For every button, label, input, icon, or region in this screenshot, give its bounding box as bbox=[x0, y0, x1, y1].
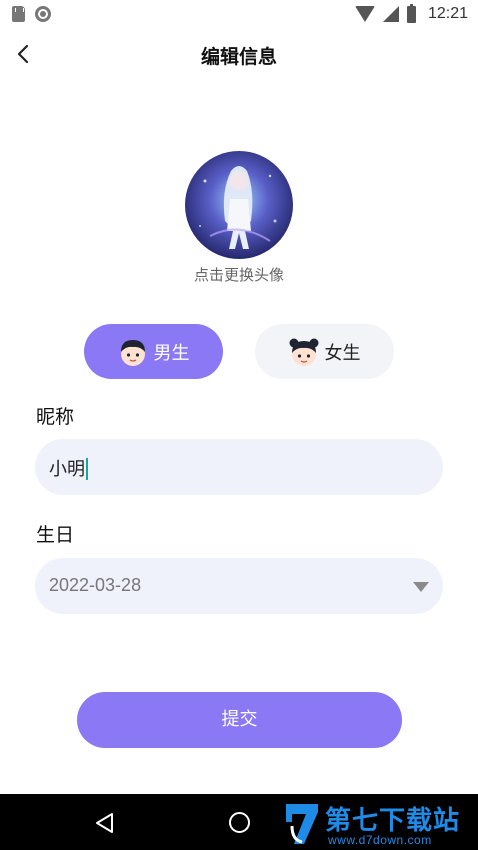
status-bar: 12:21 bbox=[0, 0, 478, 30]
nickname-value-wrap: 小明 bbox=[49, 455, 88, 481]
gender-female-label: 女生 bbox=[324, 342, 361, 364]
sd-card-icon bbox=[12, 6, 25, 22]
nickname-input[interactable]: 小明 bbox=[35, 439, 443, 495]
back-triangle-icon[interactable] bbox=[94, 812, 116, 834]
text-caret bbox=[86, 457, 88, 480]
nickname-value: 小明 bbox=[49, 459, 85, 480]
status-left-icons bbox=[12, 6, 51, 22]
gender-female-button[interactable]: 女生 bbox=[255, 324, 394, 379]
watermark: 第七下载站 www.d7down.com bbox=[282, 798, 478, 850]
dropdown-triangle-icon bbox=[413, 582, 429, 592]
avatar-hint: 点击更换头像 bbox=[193, 266, 284, 284]
boy-face-icon bbox=[120, 339, 145, 366]
watermark-url: www.d7down.com bbox=[328, 833, 432, 847]
birthday-value: 2022-03-28 bbox=[49, 575, 142, 595]
gender-male-button[interactable]: 男生 bbox=[84, 324, 223, 379]
battery-icon bbox=[406, 3, 416, 23]
header: 编辑信息 bbox=[0, 30, 478, 78]
home-circle-icon[interactable] bbox=[229, 812, 250, 833]
birthday-select[interactable]: 2022-03-28 bbox=[35, 558, 443, 614]
watermark-logo-icon bbox=[286, 804, 318, 844]
signal-icon bbox=[382, 6, 399, 22]
page-title: 编辑信息 bbox=[200, 46, 277, 68]
girl-face-icon bbox=[289, 338, 318, 366]
watermark-title: 第七下载站 bbox=[325, 806, 461, 836]
avatar-image bbox=[185, 151, 293, 259]
nickname-label: 昵称 bbox=[36, 406, 75, 428]
birthday-label: 生日 bbox=[36, 524, 75, 546]
status-right-icons: 12:21 bbox=[354, 3, 468, 23]
circle-notification-icon bbox=[35, 6, 51, 22]
avatar[interactable] bbox=[185, 151, 293, 259]
gender-male-label: 男生 bbox=[153, 342, 190, 364]
wifi-icon bbox=[354, 6, 375, 22]
submit-button[interactable]: 提交 bbox=[77, 692, 402, 748]
status-time: 12:21 bbox=[427, 5, 468, 22]
